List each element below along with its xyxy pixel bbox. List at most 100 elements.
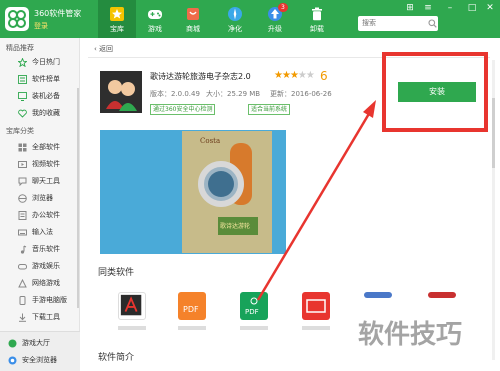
grid-icon (18, 143, 27, 152)
app-logo-icon (5, 7, 29, 31)
sidebar-item-favorites[interactable]: 我的收藏 (0, 106, 78, 121)
tab-uninstall[interactable]: 卸载 (298, 0, 336, 38)
svg-text:PDF: PDF (183, 305, 199, 314)
safe-browser-icon (8, 356, 17, 365)
screenshot-caption: 歌诗达游轮 (220, 223, 251, 230)
similar-app-6[interactable] (428, 292, 456, 298)
sidebar-item-today-hot[interactable]: 今日热门 (0, 55, 78, 70)
safe-browser-link[interactable]: 安全浏览器 (0, 353, 78, 368)
sidebar-item-game-entertainment[interactable]: 游戏娱乐 (0, 259, 78, 274)
tab-games[interactable]: 游戏 (136, 0, 174, 38)
similar-apps-heading: 同类软件 (98, 268, 135, 278)
sidebar-item-online-games[interactable]: 网络游戏 (0, 276, 78, 291)
main-scrollbar-thumb[interactable] (492, 98, 495, 168)
login-link[interactable]: 登录 (34, 21, 48, 31)
tab-shop[interactable]: 商城 (174, 0, 212, 38)
tab-treasury[interactable]: 宝库 (98, 0, 136, 38)
app-name: 360软件管家 (34, 9, 82, 18)
trash-icon (312, 7, 322, 21)
menu-icon[interactable]: ≡ (422, 3, 434, 13)
sidebar-item-chat[interactable]: 聊天工具 (0, 174, 78, 189)
sidebar-item-label: 游戏大厅 (22, 339, 50, 347)
back-button[interactable]: ‹ 返回 (94, 44, 113, 54)
sidebar-item-all[interactable]: 全部软件 (0, 140, 78, 155)
sidebar-item-label: 安全浏览器 (22, 356, 57, 364)
star-empty-icon: ★ (297, 70, 307, 81)
upgrade-badge: 3 (278, 3, 288, 12)
network-game-icon (18, 279, 27, 288)
sidebar-item-mobile-games[interactable]: 手游电脑版 (0, 293, 78, 308)
sidebar-item-label: 软件榜单 (32, 75, 60, 83)
sidebar-item-office[interactable]: 办公软件 (0, 208, 78, 223)
sidebar-item-rankings[interactable]: 软件榜单 (0, 72, 78, 87)
download-icon (19, 313, 26, 322)
app-title: 歌诗达游轮旅游电子杂志2.0 (150, 72, 251, 81)
rating-score: 6 (320, 69, 328, 83)
screenshot-magazine-image: Costa 歌诗达游轮 (182, 131, 272, 253)
sidebar-item-essentials[interactable]: 装机必备 (0, 89, 78, 104)
tab-purify[interactable]: 净化 (216, 0, 254, 38)
browser-icon (18, 194, 27, 203)
tab-upgrade[interactable]: 3 升级 (256, 0, 294, 38)
keyboard-icon (18, 229, 27, 236)
similar-app-5[interactable] (364, 292, 392, 298)
tab-label: 商城 (186, 25, 200, 33)
sidebar-item-label: 浏览器 (32, 194, 53, 202)
similar-app-youdao[interactable] (302, 292, 330, 320)
tab-label: 宝库 (110, 25, 124, 33)
sidebar-item-music[interactable]: 音乐软件 (0, 242, 78, 257)
acrobat-icon (120, 294, 142, 316)
sidebar-item-input-method[interactable]: 输入法 (0, 225, 78, 240)
tab-label: 升级 (268, 25, 282, 33)
similar-app-pdf-green[interactable]: PDF (240, 292, 268, 320)
tab-label: 净化 (228, 25, 242, 33)
compatible-badge: 适合当前系统 (248, 104, 291, 115)
youdao-icon (306, 299, 326, 313)
sidebar-section-title: 宝库分类 (6, 127, 34, 135)
sidebar-item-video[interactable]: 视频软件 (0, 157, 78, 172)
sidebar-item-label: 游戏娱乐 (32, 262, 60, 270)
sidebar-item-label: 下载工具 (32, 313, 60, 321)
star-filled-icon: ★ (274, 70, 283, 81)
game-hall-link[interactable]: 游戏大厅 (0, 336, 78, 351)
back-label: 返回 (99, 45, 114, 53)
tab-label: 游戏 (148, 25, 162, 33)
phone-icon (19, 296, 26, 305)
pdf-orange-icon: PDF (183, 305, 199, 314)
minimize-icon[interactable]: – (444, 3, 456, 13)
maximize-icon[interactable]: □ (466, 3, 478, 13)
app-intro-heading: 软件简介 (98, 353, 135, 363)
sidebar-scrollbar[interactable] (77, 88, 79, 308)
gamepad-icon (148, 10, 162, 19)
sidebar-item-download-tools[interactable]: 下载工具 (0, 310, 78, 325)
search-input[interactable] (358, 16, 438, 31)
sidebar-item-browser[interactable]: 浏览器 (0, 191, 78, 206)
similar-app-name (302, 326, 330, 330)
monitor-icon (18, 92, 27, 101)
sidebar-item-label: 视频软件 (32, 160, 60, 168)
close-icon[interactable]: ✕ (484, 3, 496, 13)
sidebar-item-label: 网络游戏 (32, 279, 60, 287)
chat-icon (18, 177, 27, 186)
star-filled-icon: ★ (289, 70, 299, 81)
install-button[interactable]: 安装 (398, 82, 476, 102)
security-check-badge: 通过360安全中心检测 (150, 104, 216, 115)
skin-icon[interactable]: ⊞ (404, 3, 416, 13)
sidebar-item-label: 今日热门 (32, 58, 60, 66)
sidebar-item-label: 办公软件 (32, 211, 60, 219)
star-icon (110, 7, 124, 21)
top-bar: 360软件管家 登录 宝库 游戏 商城 净化 3 升级 卸载 搜索 ⊞ ≡ – … (0, 0, 500, 38)
app-update-date: 更新：2016-06-26 (270, 90, 332, 98)
similar-app-pdf-orange[interactable]: PDF (178, 292, 206, 320)
svg-text:PDF: PDF (245, 308, 259, 316)
similar-app-acrobat[interactable] (118, 292, 146, 320)
sidebar-item-label: 全部软件 (32, 143, 60, 151)
rating-stars: ★★★★★ (274, 70, 315, 81)
search-icon[interactable] (428, 19, 437, 28)
star-outline-icon (18, 58, 27, 67)
office-icon (18, 211, 27, 220)
list-icon (18, 75, 27, 84)
similar-app-name (118, 326, 146, 330)
shop-bag-icon (187, 8, 199, 20)
similar-app-name (240, 326, 268, 330)
